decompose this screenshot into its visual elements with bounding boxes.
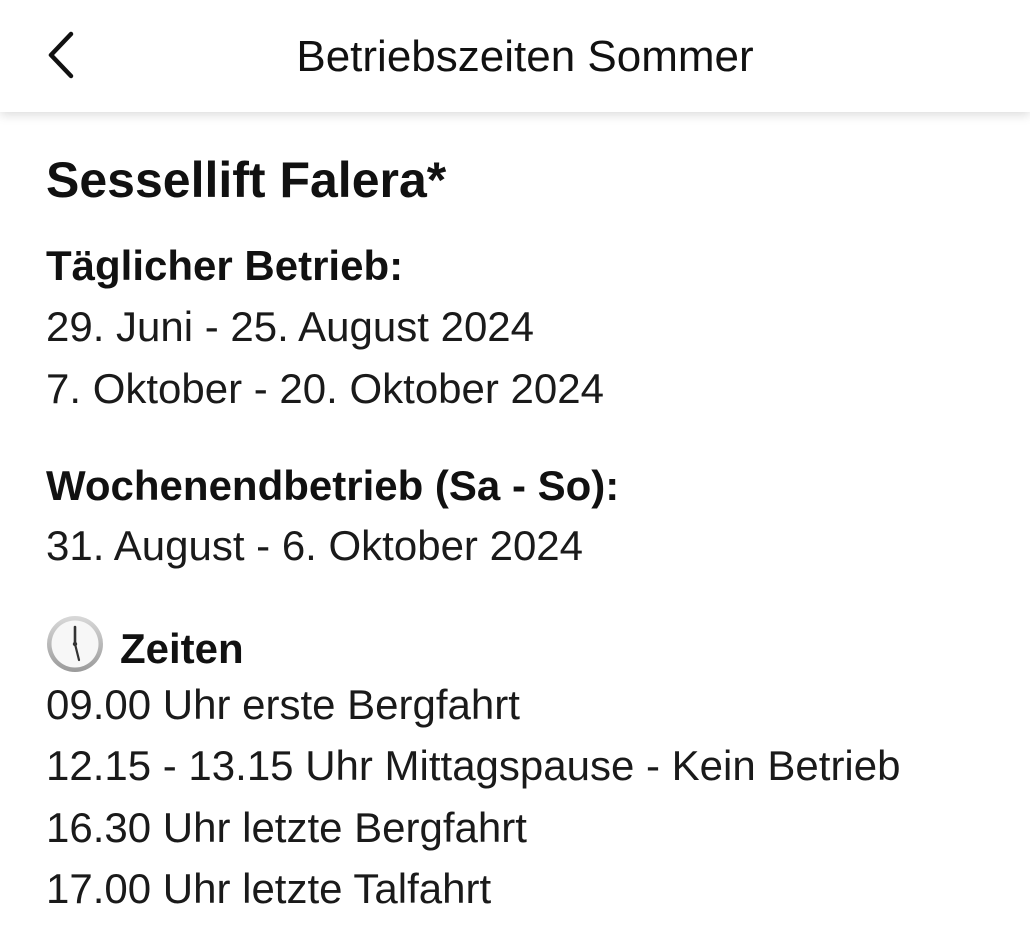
- weekend-period-1: 31. August - 6. Oktober 2024: [46, 522, 584, 569]
- time-line-2: 12.15 - 13.15 Uhr Mittagspause - Kein Be…: [46, 742, 901, 789]
- daily-period-2: 7. Oktober - 20. Oktober 2024: [46, 365, 604, 412]
- weekend-operation-label: Wochenendbetrieb (Sa - So):: [46, 462, 620, 509]
- navigation-bar: Betriebszeiten Sommer: [0, 0, 1030, 112]
- page-title: Betriebszeiten Sommer: [296, 32, 754, 81]
- lift-heading: Sessellift Falera*: [46, 152, 447, 208]
- daily-operation-label: Täglicher Betrieb:: [46, 242, 404, 289]
- time-line-3: 16.30 Uhr letzte Bergfahrt: [46, 804, 527, 851]
- times-heading: Zeiten: [46, 615, 244, 686]
- clock-icon: [46, 615, 104, 686]
- time-line-4: 17.00 Uhr letzte Talfahrt: [46, 865, 492, 912]
- time-line-1: 09.00 Uhr erste Bergfahrt: [46, 681, 520, 728]
- times-label: Zeiten: [120, 625, 244, 672]
- daily-period-1: 29. Juni - 25. August 2024: [46, 303, 535, 350]
